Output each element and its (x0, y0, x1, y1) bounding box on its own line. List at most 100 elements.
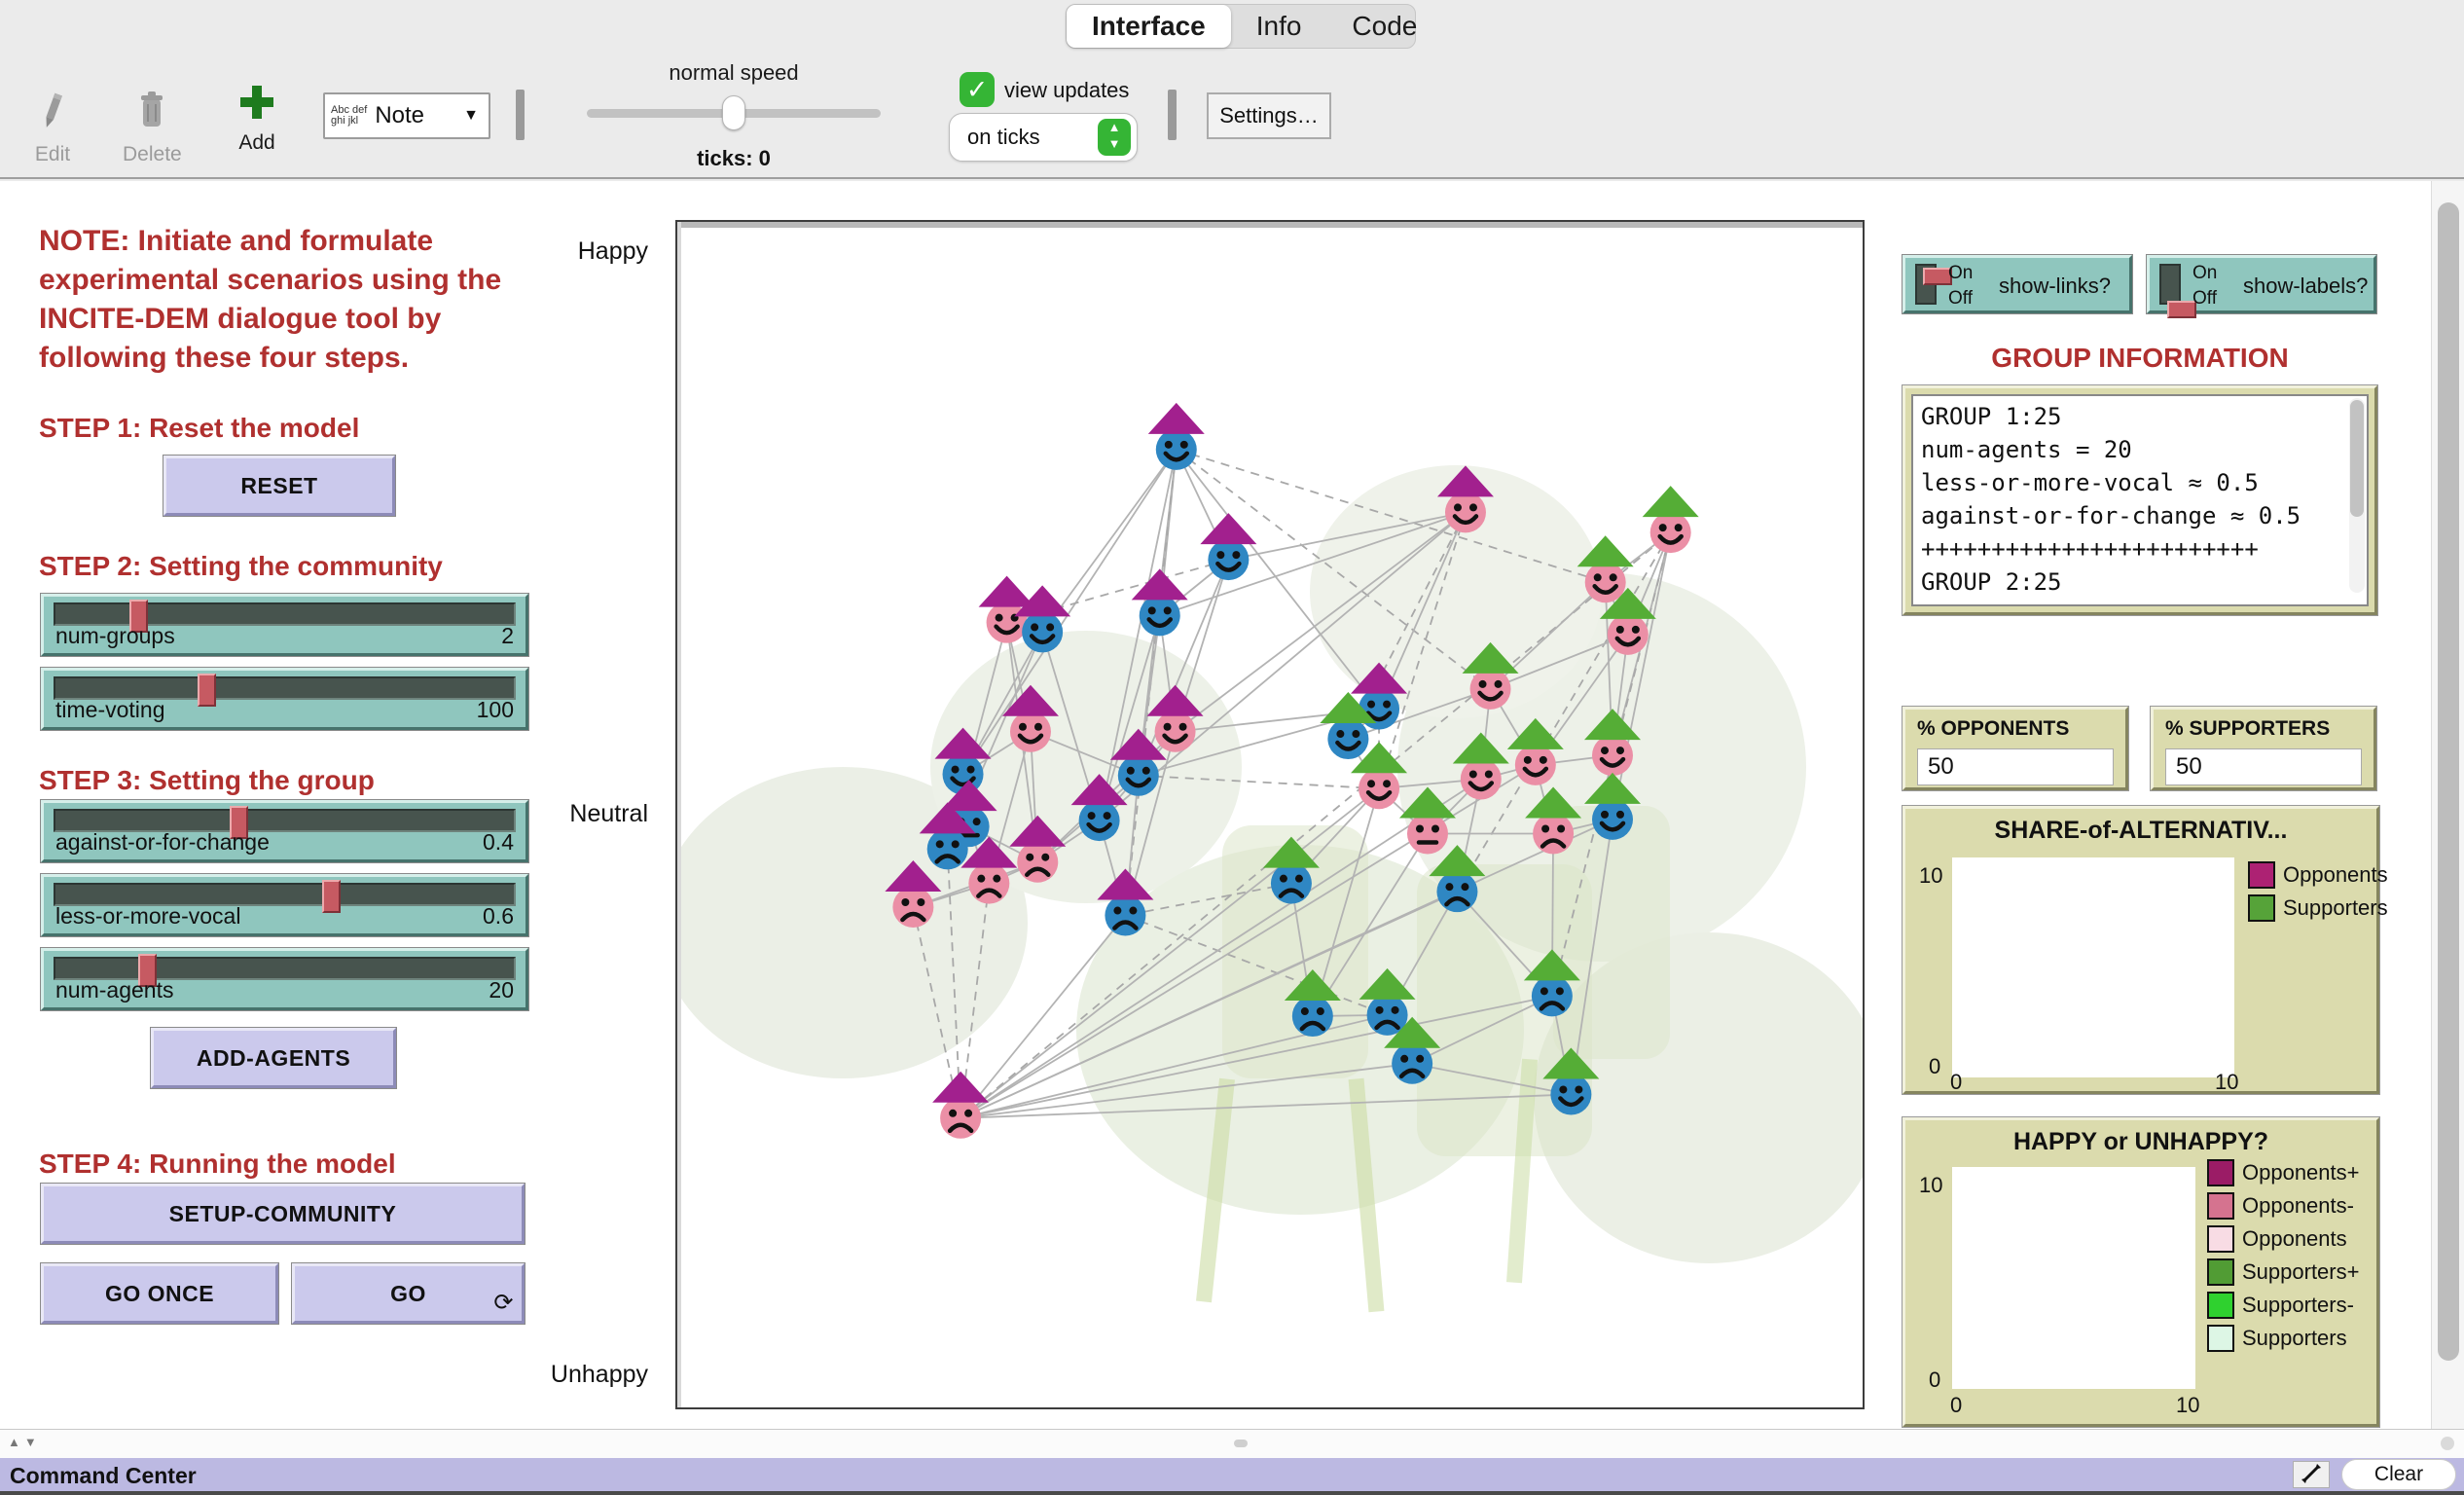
scroll-arrows-icon[interactable]: ▲▼ (8, 1435, 41, 1449)
widget-chooser[interactable]: Abc def ghi jkl Note ▼ (323, 92, 490, 139)
x-axis-max: 10 (2176, 1393, 2199, 1418)
legend-swatch (2207, 1292, 2234, 1319)
slider-label: num-groups (55, 623, 175, 649)
add-agents-label: ADD-AGENTS (197, 1045, 350, 1072)
world-view[interactable] (675, 220, 1865, 1409)
legend-swatch (2248, 861, 2275, 889)
update-mode-value: on ticks (967, 125, 1098, 150)
note-text: NOTE: Initiate and formulate experimenta… (39, 222, 530, 378)
view-label-happy: Happy (541, 237, 648, 266)
legend-label: Opponents (2242, 1226, 2347, 1252)
speed-slider[interactable] (587, 109, 881, 118)
x-axis-min: 0 (1950, 1393, 1962, 1418)
add-label: Add (228, 131, 286, 155)
y-axis-max: 10 (1919, 863, 1942, 889)
plot-area (1952, 1167, 2195, 1389)
plus-icon (238, 84, 275, 121)
group-information-box: GROUP 1:25num-agents = 20less-or-more-vo… (1902, 385, 2377, 615)
legend-item: Supporters (2248, 894, 2388, 922)
toolbar-separator (1168, 90, 1177, 140)
slider-value: 2 (501, 623, 514, 649)
update-mode-select[interactable]: on ticks ▲▼ (949, 113, 1138, 162)
slider-label: num-agents (55, 977, 173, 1003)
expand-command-center-button[interactable] (2293, 1461, 2330, 1488)
legend-swatch (2207, 1325, 2234, 1352)
slider-label: less-or-more-vocal (55, 903, 240, 930)
legend-label: Supporters (2283, 895, 2388, 921)
num-agents-slider[interactable]: num-agents 20 (41, 948, 528, 1010)
slider-value: 0.4 (483, 829, 514, 856)
tab-info[interactable]: Info (1231, 5, 1327, 48)
group-info-scrollbar[interactable] (2349, 398, 2365, 593)
legend-item: Opponents (2207, 1225, 2359, 1253)
scrollbar-thumb[interactable] (2350, 400, 2364, 517)
add-agents-button[interactable]: ADD-AGENTS (151, 1028, 396, 1088)
slider-value: 20 (489, 977, 514, 1003)
reset-label: RESET (240, 473, 317, 499)
select-stepper-icon: ▲▼ (1098, 119, 1131, 156)
world-view-canvas[interactable] (677, 222, 1863, 1407)
speed-label: normal speed (587, 60, 881, 86)
go-once-button[interactable]: GO ONCE (41, 1263, 278, 1324)
scrollbar-thumb[interactable] (2438, 202, 2459, 1361)
agent-node[interactable] (1200, 513, 1256, 580)
show-labels-switch[interactable]: OnOff show-labels? (2147, 255, 2376, 313)
setup-community-button[interactable]: SETUP-COMMUNITY (41, 1184, 525, 1244)
step1-heading: STEP 1: Reset the model (39, 413, 359, 444)
tab-interface[interactable]: Interface (1067, 5, 1231, 48)
time-voting-slider[interactable]: time-voting100 (41, 668, 528, 730)
slider-label: time-voting (55, 697, 164, 723)
plot-legend: Opponents Supporters (2248, 861, 2388, 928)
speed-slider-knob[interactable] (722, 95, 745, 130)
scrollbar-endcap (2441, 1437, 2454, 1450)
trash-icon (137, 90, 166, 132)
plot-title: HAPPY or UNHAPPY? (1905, 1128, 2376, 1156)
go-label: GO (390, 1281, 426, 1307)
window-vertical-scrollbar[interactable] (2431, 181, 2464, 1429)
y-axis-max: 10 (1919, 1173, 1942, 1198)
x-axis-min: 0 (1950, 1070, 1962, 1095)
view-bevel (677, 222, 1863, 228)
go-once-label: GO ONCE (105, 1281, 214, 1307)
share-of-alternatives-plot: SHARE-of-ALTERNATIV... 10 0 0 10 Opponen… (1902, 806, 2379, 1094)
legend-item: Opponents- (2207, 1192, 2359, 1220)
legend-swatch (2207, 1258, 2234, 1286)
slider-value: 0.6 (483, 903, 514, 930)
view-updates-checkbox[interactable]: ✓ (960, 72, 995, 107)
switch-groove (1915, 264, 1937, 305)
go-button[interactable]: GO ⟳ (292, 1263, 525, 1324)
monitor-label: % OPPONENTS (1917, 717, 2114, 741)
view-bevel (677, 222, 681, 1407)
tab-bar: Interface Info Code (1066, 4, 1416, 49)
settings-button[interactable]: Settings… (1207, 92, 1331, 139)
group-information-text: GROUP 1:25num-agents = 20less-or-more-vo… (1911, 394, 2369, 606)
y-axis-min: 0 (1929, 1367, 1940, 1393)
command-center-title: Command Center (10, 1463, 197, 1489)
chevron-down-icon: ▼ (463, 107, 479, 125)
less-or-more-vocal-slider[interactable]: less-or-more-vocal 0.6 (41, 874, 528, 936)
show-links-switch[interactable]: OnOff show-links? (1902, 255, 2132, 313)
legend-label: Opponents (2283, 862, 2388, 888)
plot-title: SHARE-of-ALTERNATIV... (1905, 817, 2376, 845)
add-button[interactable]: Add (228, 84, 286, 155)
y-axis-min: 0 (1929, 1054, 1940, 1079)
tab-code[interactable]: Code (1326, 5, 1442, 48)
edit-button[interactable]: Edit (23, 90, 82, 166)
interface-canvas: NOTE: Initiate and formulate experimenta… (0, 181, 2464, 1429)
toolbar-separator (516, 90, 525, 140)
horizontal-scroll-strip[interactable]: ▲▼ (0, 1429, 2464, 1458)
clear-button[interactable]: Clear (2341, 1459, 2456, 1490)
legend-label: Opponents- (2242, 1193, 2354, 1219)
reset-button[interactable]: RESET (163, 456, 395, 516)
edit-label: Edit (23, 143, 82, 166)
num-groups-slider[interactable]: num-groups 2 (41, 594, 528, 656)
delete-button[interactable]: Delete (123, 90, 181, 166)
legend-label: Supporters- (2242, 1293, 2354, 1318)
widget-chooser-value: Note (375, 102, 463, 129)
against-or-for-change-slider[interactable]: against-or-for-change0.4 (41, 800, 528, 862)
agent-node[interactable] (1148, 403, 1205, 470)
agent-node[interactable] (1643, 486, 1699, 553)
switch-onoff-labels: OnOff (2192, 261, 2217, 311)
splitter-handle[interactable] (1234, 1440, 1248, 1447)
switch-onoff-labels: OnOff (1948, 261, 1973, 311)
